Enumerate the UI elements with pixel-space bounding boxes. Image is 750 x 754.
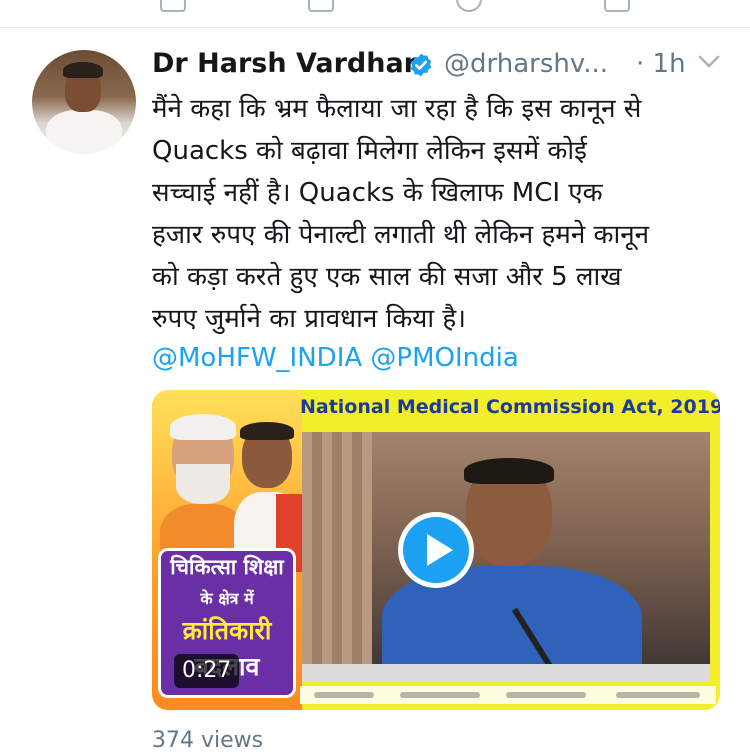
mentions: @MoHFW_INDIA @PMOIndia xyxy=(152,338,519,378)
video-frame xyxy=(302,432,710,682)
author-name[interactable]: Dr Harsh Vardhan xyxy=(152,48,423,79)
promo-text: के क्षेत्र में xyxy=(200,589,254,608)
reply-icon[interactable] xyxy=(160,0,186,12)
author-handle[interactable]: @drharshv... xyxy=(444,49,608,79)
mention-link-mohfw[interactable]: @MoHFW_INDIA xyxy=(152,343,362,373)
previous-tweet-action-bar xyxy=(0,0,750,26)
tweet-text: मैंने कहा कि भ्रम फैलाया जा रहा है कि इस… xyxy=(152,88,732,340)
tweet-text-line: मैंने कहा कि भ्रम फैलाया जा रहा है कि इस… xyxy=(152,94,642,124)
like-icon[interactable] xyxy=(456,0,482,12)
verified-badge-icon xyxy=(410,53,432,77)
divider xyxy=(0,27,750,28)
view-count: 374 views xyxy=(152,728,264,753)
share-icon[interactable] xyxy=(604,0,630,12)
promo-text: क्रांतिकारी xyxy=(182,616,272,645)
video-duration: 0:27 xyxy=(174,654,240,688)
video-media[interactable]: चिकित्सा शिक्षा के क्षेत्र में क्रांतिका… xyxy=(152,390,720,710)
tweet-header: Dr Harsh Vardhan @drharshv... · 1h xyxy=(152,44,732,84)
promo-text: चिकित्सा शिक्षा xyxy=(170,555,284,579)
portrait-image xyxy=(160,414,246,574)
tweet-text-line: हजार रुपए की पेनाल्टी लगाती थी लेकिन हमन… xyxy=(152,220,650,250)
mention-link-pmo[interactable]: @PMOIndia xyxy=(370,343,518,373)
tweet-text-line: Quacks को बढ़ावा मिलेगा लेकिन इसमें कोई xyxy=(152,136,587,166)
play-button[interactable] xyxy=(398,512,474,588)
media-title: National Medical Commission Act, 2019 xyxy=(300,396,720,418)
tweet-text-line: सच्चाई नहीं है। Quacks के खिलाफ MCI एक xyxy=(152,178,603,208)
retweet-icon[interactable] xyxy=(308,0,334,12)
chevron-down-icon[interactable] xyxy=(698,54,720,70)
avatar[interactable] xyxy=(32,50,136,154)
play-icon xyxy=(427,534,453,566)
tweet-text-line: रुपए जुर्माने का प्रावधान किया है। xyxy=(152,304,467,334)
timestamp[interactable]: · 1h xyxy=(636,49,686,79)
tweet-text-line: को कड़ा करते हुए एक साल की सजा और 5 लाख xyxy=(152,262,622,292)
social-handles-strip xyxy=(300,686,716,704)
